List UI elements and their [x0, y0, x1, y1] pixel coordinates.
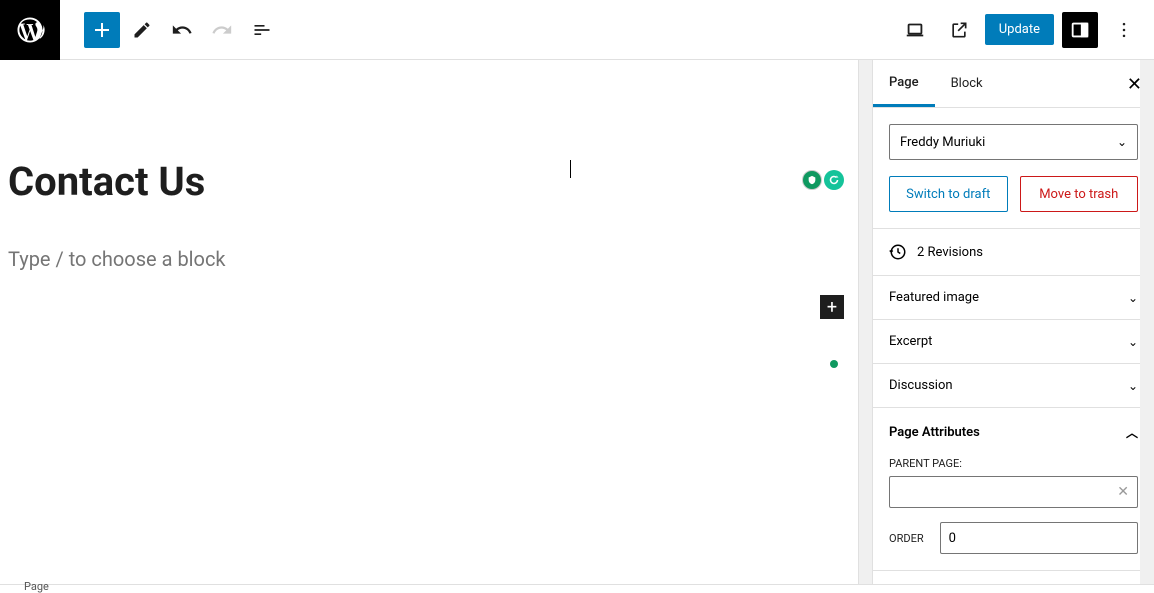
settings-toggle[interactable]	[1062, 12, 1098, 48]
pencil-icon	[132, 20, 152, 40]
discussion-label: Discussion	[889, 378, 953, 393]
laptop-icon	[904, 19, 926, 41]
editor-scrollbar[interactable]	[858, 60, 872, 584]
redo-button[interactable]	[204, 12, 240, 48]
grammarly-icon[interactable]	[824, 170, 844, 190]
add-block-toggle[interactable]	[84, 12, 120, 48]
view-button[interactable]	[897, 12, 933, 48]
switch-to-draft-button[interactable]: Switch to draft	[889, 176, 1008, 212]
grammarly-badges	[802, 170, 844, 190]
redo-icon	[211, 19, 233, 41]
featured-image-panel[interactable]: Featured image ⌄	[873, 276, 1154, 320]
discussion-panel[interactable]: Discussion ⌄	[873, 364, 1154, 408]
plus-icon: +	[827, 297, 837, 318]
chevron-down-icon: ⌄	[1128, 379, 1138, 393]
undo-button[interactable]	[164, 12, 200, 48]
main-area: Contact Us Type / to choose a block + Pa…	[0, 60, 1154, 584]
chevron-up-icon: ︿	[1126, 424, 1138, 441]
action-row: Switch to draft Move to trash	[889, 176, 1138, 212]
toolbar-left	[60, 12, 280, 48]
parent-page-label: PARENT PAGE:	[889, 457, 1138, 470]
history-icon	[889, 243, 907, 261]
chevron-down-icon: ⌄	[1128, 335, 1138, 349]
page-title[interactable]: Contact Us	[8, 158, 850, 205]
wordpress-logo[interactable]	[0, 0, 60, 60]
grammarly-shield-icon[interactable]	[802, 170, 822, 190]
featured-image-label: Featured image	[889, 290, 979, 305]
footer-breadcrumb: Page	[0, 584, 1154, 593]
revisions-label: 2 Revisions	[917, 245, 983, 260]
editor-topbar: Update	[0, 0, 1154, 60]
tab-block[interactable]: Block	[935, 62, 999, 105]
order-label: ORDER	[889, 532, 924, 545]
parent-page-input[interactable]: ✕	[889, 476, 1138, 508]
move-to-trash-button[interactable]: Move to trash	[1020, 176, 1139, 212]
chevron-down-icon: ⌄	[1128, 291, 1138, 305]
external-link-button[interactable]	[941, 12, 977, 48]
status-panel: Freddy Muriuki ⌄ Switch to draft Move to…	[873, 108, 1154, 229]
block-placeholder[interactable]: Type / to choose a block	[8, 247, 850, 271]
wordpress-icon	[15, 15, 45, 45]
author-select[interactable]: Freddy Muriuki ⌄	[889, 124, 1138, 160]
excerpt-label: Excerpt	[889, 334, 932, 349]
editor-canvas[interactable]: Contact Us Type / to choose a block +	[0, 60, 858, 584]
chevron-down-icon: ⌄	[1117, 135, 1127, 149]
more-vertical-icon	[1114, 20, 1134, 40]
text-cursor	[570, 160, 571, 178]
author-value: Freddy Muriuki	[900, 135, 985, 150]
page-attributes-label: Page Attributes	[889, 425, 980, 440]
settings-sidebar: Page Block ✕ Freddy Muriuki ⌄ Switch to …	[872, 60, 1154, 584]
breadcrumb-text: Page	[24, 580, 49, 593]
external-icon	[949, 20, 969, 40]
order-row: ORDER	[889, 522, 1138, 554]
options-button[interactable]	[1106, 12, 1142, 48]
update-button[interactable]: Update	[985, 14, 1054, 45]
tab-page[interactable]: Page	[873, 61, 935, 107]
sidebar-icon	[1069, 19, 1091, 41]
plus-icon	[90, 18, 114, 42]
status-dot	[830, 360, 838, 368]
excerpt-panel[interactable]: Excerpt ⌄	[873, 320, 1154, 364]
add-block-inline[interactable]: +	[820, 295, 844, 319]
toolbar-right: Update	[897, 12, 1154, 48]
outer-scrollbar[interactable]	[1140, 60, 1154, 593]
sidebar-tabs: Page Block ✕	[873, 60, 1154, 108]
document-overview-button[interactable]	[244, 12, 280, 48]
undo-icon	[171, 19, 193, 41]
page-attributes-header[interactable]: Page Attributes ︿	[889, 424, 1138, 441]
clear-icon[interactable]: ✕	[1117, 484, 1129, 500]
list-icon	[252, 20, 272, 40]
revisions-row[interactable]: 2 Revisions	[873, 229, 1154, 276]
page-attributes-panel: Page Attributes ︿ PARENT PAGE: ✕ ORDER	[873, 408, 1154, 571]
tools-button[interactable]	[124, 12, 160, 48]
editor-content: Contact Us Type / to choose a block	[8, 68, 850, 271]
order-input[interactable]	[940, 522, 1138, 554]
